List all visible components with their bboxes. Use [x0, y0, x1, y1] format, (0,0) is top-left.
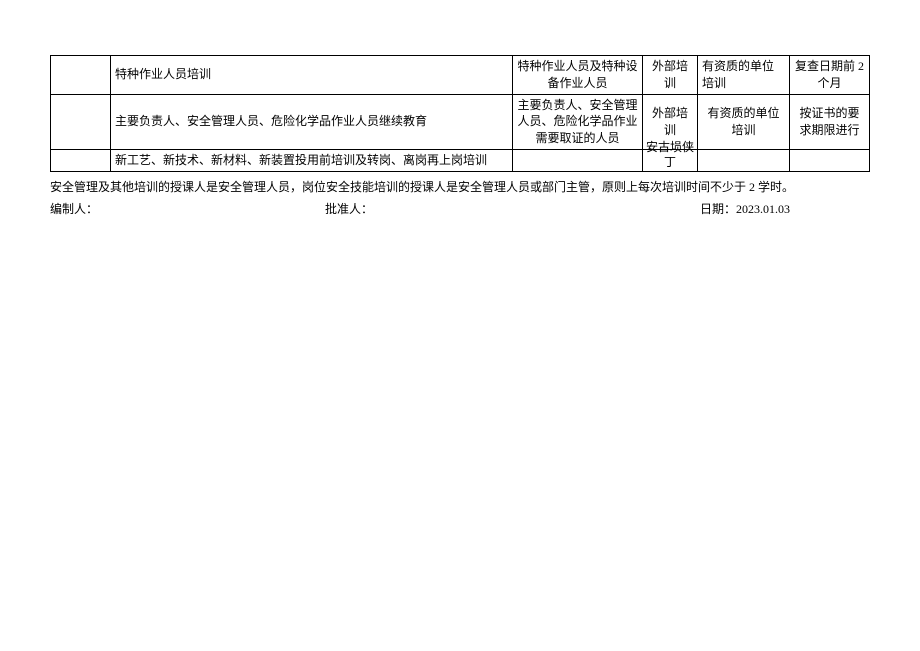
date-label: 日期： — [700, 202, 736, 216]
cell-e: 有资质的单位培训 — [698, 94, 790, 149]
cell-f: 复查日期前 2个月 — [790, 56, 870, 95]
table-row: 新工艺、新技术、新材料、新装置投用前培训及转岗、离岗再上岗培训 安古埙侠丁 — [51, 149, 870, 171]
cell-c: 主要负责人、安全管理人员、危险化学品作业需要取证的人员 — [513, 94, 643, 149]
note-text: 安全管理及其他培训的授课人是安全管理人员，岗位安全技能培训的授课人是安全管理人员… — [50, 178, 870, 196]
cell-f: 按证书的要求期限进行 — [790, 94, 870, 149]
cell-e — [698, 149, 790, 171]
cell-c — [513, 149, 643, 171]
table-row: 特种作业人员培训 特种作业人员及特种设备作业人员 外部培训 有资质的单位培训 复… — [51, 56, 870, 95]
cell-e: 有资质的单位培训 — [698, 56, 790, 95]
cell-b: 新工艺、新技术、新材料、新装置投用前培训及转岗、离岗再上岗培训 — [111, 149, 513, 171]
author-label: 编制人： — [50, 200, 325, 217]
date-field: 日期：2023.01.03 — [700, 200, 870, 217]
clipped-text: 安古埙侠丁 — [643, 140, 697, 171]
cell-b: 主要负责人、安全管理人员、危险化学品作业人员继续教育 — [111, 94, 513, 149]
cell-c: 特种作业人员及特种设备作业人员 — [513, 56, 643, 95]
table-row: 主要负责人、安全管理人员、危险化学品作业人员继续教育 主要负责人、安全管理人员、… — [51, 94, 870, 149]
cell-a — [51, 94, 111, 149]
cell-a — [51, 149, 111, 171]
cell-d: 外部培训 — [643, 56, 698, 95]
signature-line: 编制人： 批准人： 日期：2023.01.03 — [50, 200, 870, 217]
cell-a — [51, 56, 111, 95]
training-plan-table: 特种作业人员培训 特种作业人员及特种设备作业人员 外部培训 有资质的单位培训 复… — [50, 55, 870, 172]
cell-b: 特种作业人员培训 — [111, 56, 513, 95]
cell-f — [790, 149, 870, 171]
cell-d: 安古埙侠丁 — [643, 149, 698, 171]
approver-label: 批准人： — [325, 200, 700, 217]
date-value: 2023.01.03 — [736, 202, 790, 216]
